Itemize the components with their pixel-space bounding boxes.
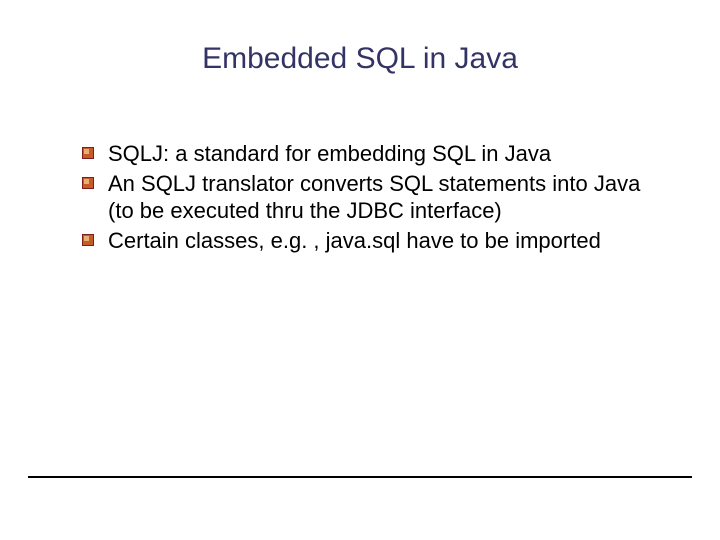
slide-title: Embedded SQL in Java xyxy=(0,42,720,76)
slide-body: SQLJ: a standard for embedding SQL in Ja… xyxy=(82,140,660,256)
footer-divider xyxy=(28,476,692,478)
bullet-icon xyxy=(82,234,94,246)
slide: Embedded SQL in Java SQLJ: a standard fo… xyxy=(0,0,720,540)
list-item: Certain classes, e.g. , java.sql have to… xyxy=(82,227,660,255)
bullet-text: An SQLJ translator converts SQL statemen… xyxy=(108,170,660,225)
bullet-text: SQLJ: a standard for embedding SQL in Ja… xyxy=(108,140,660,168)
list-item: SQLJ: a standard for embedding SQL in Ja… xyxy=(82,140,660,168)
bullet-icon xyxy=(82,177,94,189)
list-item: An SQLJ translator converts SQL statemen… xyxy=(82,170,660,225)
bullet-text: Certain classes, e.g. , java.sql have to… xyxy=(108,227,660,255)
bullet-icon xyxy=(82,147,94,159)
